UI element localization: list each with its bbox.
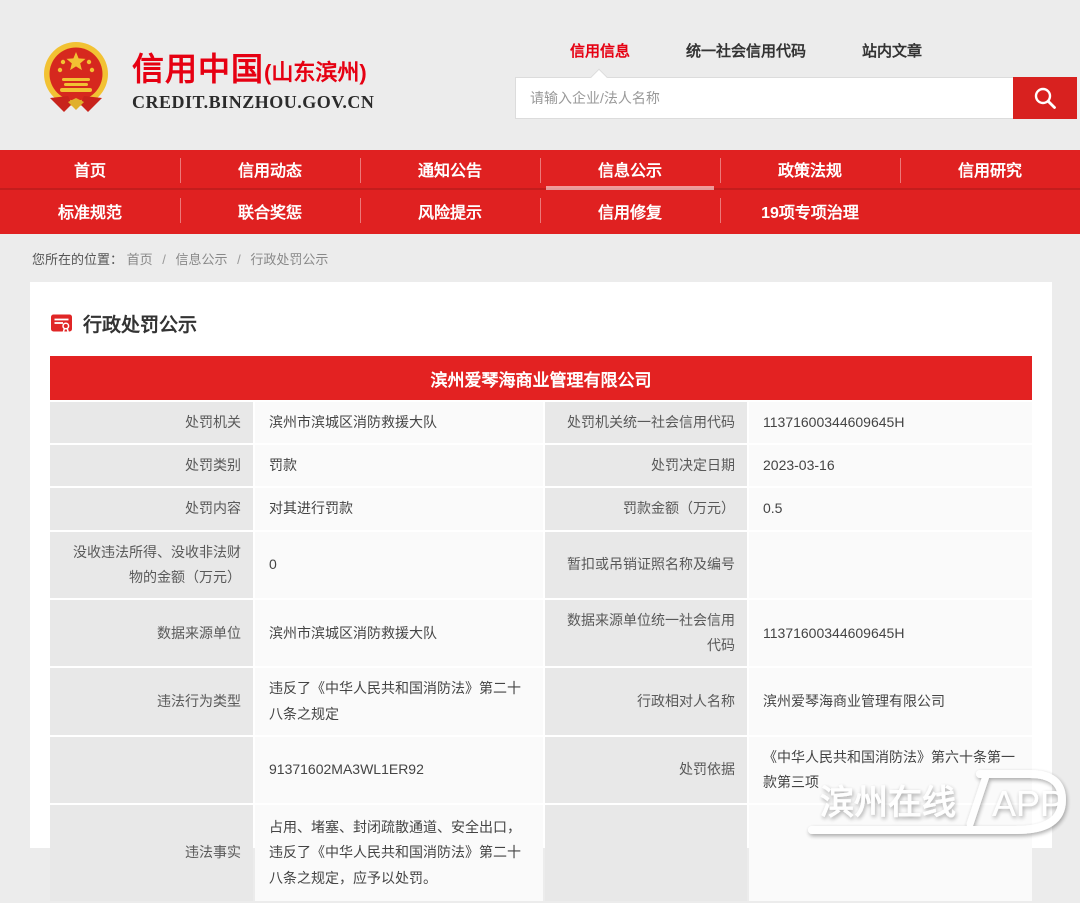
- tab-site-articles[interactable]: 站内文章: [862, 40, 922, 61]
- table-row: 处罚内容 对其进行罚款 罚款金额（万元） 0.5: [50, 488, 1032, 529]
- table-row: 违法事实 占用、堵塞、封闭疏散通道、安全出口，违反了《中华人民共和国消防法》第二…: [50, 805, 1032, 901]
- site-header: 信用中国(山东滨州) CREDIT.BINZHOU.GOV.CN 信用信息 统一…: [0, 0, 1080, 150]
- logo-text-block: 信用中国(山东滨州) CREDIT.BINZHOU.GOV.CN: [132, 44, 374, 113]
- table-value-cell: 0.5: [749, 488, 1032, 529]
- table-label-cell: [545, 805, 747, 901]
- page-title-row: 行政处罚公示: [30, 282, 1052, 337]
- penalty-table: 滨州爱琴海商业管理有限公司 处罚机关 滨州市滨城区消防救援大队 处罚机关统一社会…: [48, 354, 1034, 903]
- table-value-cell: 2023-03-16: [749, 445, 1032, 486]
- nav-item-risk-alerts[interactable]: 风险提示: [360, 190, 540, 232]
- site-logo[interactable]: 信用中国(山东滨州) CREDIT.BINZHOU.GOV.CN: [34, 36, 374, 120]
- table-value-cell: 滨州爱琴海商业管理有限公司: [749, 668, 1032, 734]
- table-value-cell: 违反了《中华人民共和国消防法》第二十八条之规定: [255, 668, 543, 734]
- nav-item-home[interactable]: 首页: [0, 150, 180, 188]
- breadcrumb: 您所在的位置： 首页 / 信息公示 / 行政处罚公示: [0, 234, 1080, 268]
- table-row: 91371602MA3WL1ER92 处罚依据 《中华人民共和国消防法》第六十条…: [50, 737, 1032, 803]
- table-value-cell: 对其进行罚款: [255, 488, 543, 529]
- table-label-cell: 行政相对人名称: [545, 668, 747, 734]
- breadcrumb-prefix: 您所在的位置：: [32, 252, 123, 267]
- table-company-header-row: 滨州爱琴海商业管理有限公司: [50, 356, 1032, 400]
- search-icon: [1032, 85, 1058, 111]
- table-label-cell: 处罚机关统一社会信用代码: [545, 402, 747, 443]
- nav-item-19-special-governance[interactable]: 19项专项治理: [720, 190, 900, 232]
- table-value-cell: 11371600344609645H: [749, 600, 1032, 666]
- table-label-cell: 数据来源单位统一社会信用代码: [545, 600, 747, 666]
- table-value-cell: 11371600344609645H: [749, 402, 1032, 443]
- breadcrumb-separator: /: [162, 252, 166, 267]
- search-area: 信用信息 统一社会信用代码 站内文章: [515, 40, 1077, 119]
- nav-row-1: 首页 信用动态 通知公告 信息公示 政策法规 信用研究: [0, 150, 1080, 190]
- nav-item-credit-news[interactable]: 信用动态: [180, 150, 360, 188]
- table-value-cell: 占用、堵塞、封闭疏散通道、安全出口，违反了《中华人民共和国消防法》第二十八条之规…: [255, 805, 543, 901]
- table-label-cell: [50, 737, 253, 803]
- company-name-header: 滨州爱琴海商业管理有限公司: [50, 356, 1032, 400]
- breadcrumb-admin-penalty[interactable]: 行政处罚公示: [250, 252, 328, 267]
- table-label-cell: 处罚机关: [50, 402, 253, 443]
- breadcrumb-info-disclosure[interactable]: 信息公示: [176, 252, 228, 267]
- certificate-icon: [50, 312, 73, 335]
- nav-item-info-disclosure[interactable]: 信息公示: [540, 150, 720, 188]
- nav-item-credit-repair[interactable]: 信用修复: [540, 190, 720, 232]
- table-value-cell: [749, 532, 1032, 598]
- table-label-cell: 违法事实: [50, 805, 253, 901]
- table-label-cell: 处罚依据: [545, 737, 747, 803]
- table-row: 违法行为类型 违反了《中华人民共和国消防法》第二十八条之规定 行政相对人名称 滨…: [50, 668, 1032, 734]
- table-value-cell: 91371602MA3WL1ER92: [255, 737, 543, 803]
- breadcrumb-home[interactable]: 首页: [127, 252, 153, 267]
- logo-domain: CREDIT.BINZHOU.GOV.CN: [132, 92, 374, 113]
- search-box: [515, 77, 1077, 119]
- table-value-cell: 《中华人民共和国消防法》第六十条第一款第三项: [749, 737, 1032, 803]
- table-row: 没收违法所得、没收非法财物的金额（万元） 0 暂扣或吊销证照名称及编号: [50, 532, 1032, 598]
- tab-credit-info[interactable]: 信用信息: [570, 40, 630, 61]
- search-button[interactable]: [1013, 77, 1077, 119]
- table-value-cell: 滨州市滨城区消防救援大队: [255, 600, 543, 666]
- logo-title: 信用中国: [132, 51, 264, 87]
- main-navigation: 首页 信用动态 通知公告 信息公示 政策法规 信用研究 标准规范 联合奖惩 风险…: [0, 150, 1080, 234]
- content-panel: 行政处罚公示 滨州爱琴海商业管理有限公司 处罚机关 滨州市滨城区消防救援大队 处…: [30, 282, 1052, 848]
- table-label-cell: 处罚内容: [50, 488, 253, 529]
- table-value-cell: 罚款: [255, 445, 543, 486]
- tab-unified-social-credit-code[interactable]: 统一社会信用代码: [686, 40, 806, 61]
- breadcrumb-separator: /: [237, 252, 241, 267]
- table-row: 处罚类别 罚款 处罚决定日期 2023-03-16: [50, 445, 1032, 486]
- nav-item-joint-rewards-punishments[interactable]: 联合奖惩: [180, 190, 360, 232]
- nav-item-credit-research[interactable]: 信用研究: [900, 150, 1080, 188]
- nav-item-policies[interactable]: 政策法规: [720, 150, 900, 188]
- table-label-cell: 没收违法所得、没收非法财物的金额（万元）: [50, 532, 253, 598]
- nav-item-standards[interactable]: 标准规范: [0, 190, 180, 232]
- nav-item-notices[interactable]: 通知公告: [360, 150, 540, 188]
- table-label-cell: 罚款金额（万元）: [545, 488, 747, 529]
- table-value-cell: 0: [255, 532, 543, 598]
- table-label-cell: 处罚类别: [50, 445, 253, 486]
- table-row: 处罚机关 滨州市滨城区消防救援大队 处罚机关统一社会信用代码 113716003…: [50, 402, 1032, 443]
- table-label-cell: 暂扣或吊销证照名称及编号: [545, 532, 747, 598]
- table-row: 数据来源单位 滨州市滨城区消防救援大队 数据来源单位统一社会信用代码 11371…: [50, 600, 1032, 666]
- search-tabs: 信用信息 统一社会信用代码 站内文章: [570, 40, 1077, 61]
- nav-row-2: 标准规范 联合奖惩 风险提示 信用修复 19项专项治理: [0, 190, 1080, 232]
- table-label-cell: 处罚决定日期: [545, 445, 747, 486]
- table-value-cell: 滨州市滨城区消防救援大队: [255, 402, 543, 443]
- china-national-emblem-icon: [34, 36, 118, 120]
- logo-region: (山东滨州): [264, 60, 367, 85]
- table-value-cell: [749, 805, 1032, 901]
- search-input[interactable]: [515, 77, 1013, 119]
- table-label-cell: 数据来源单位: [50, 600, 253, 666]
- table-label-cell: 违法行为类型: [50, 668, 253, 734]
- page-title: 行政处罚公示: [83, 310, 197, 337]
